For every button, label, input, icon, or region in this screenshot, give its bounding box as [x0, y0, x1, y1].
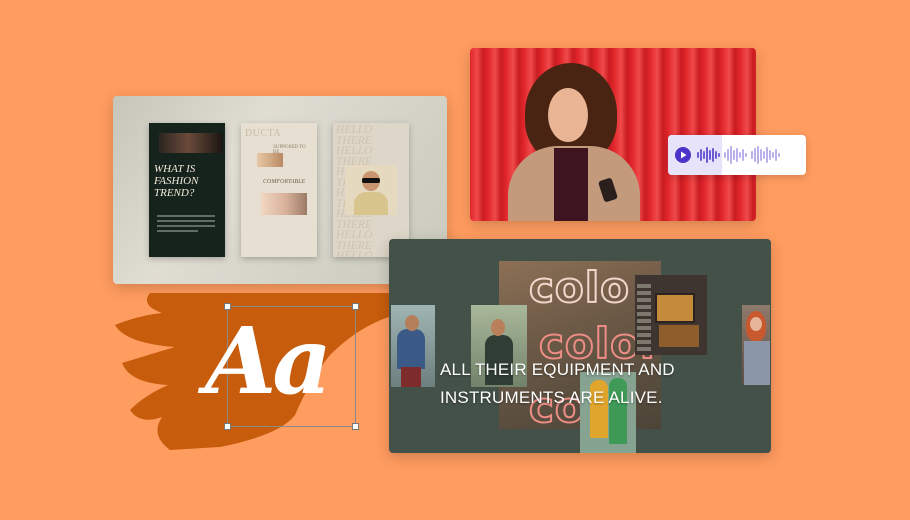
resize-handle-top-right[interactable]	[352, 303, 359, 310]
resize-handle-bottom-right[interactable]	[352, 423, 359, 430]
waveform-icon	[697, 146, 780, 164]
play-icon	[681, 151, 687, 159]
woman-portrait-photo	[742, 305, 770, 385]
sunglasses-portrait-photo	[345, 165, 397, 215]
story-caption: COMFORTABLE	[263, 179, 306, 185]
story-template-dark[interactable]: WHAT IS FASHION TREND?	[149, 123, 225, 257]
neon-word: colo	[528, 262, 631, 313]
story-body-text	[157, 215, 215, 235]
hands-photo	[159, 133, 223, 153]
video-caption: ALL THEIR EQUIPMENT AND INSTRUMENTS ARE …	[440, 360, 675, 407]
story-template-hello[interactable]: HELLO THERE HELLO THERE HELLO THERE HELL…	[333, 123, 409, 257]
woman-face	[548, 88, 588, 142]
story-template-beige[interactable]: DUCTA SUPPOSED TO BE COMFORTABLE	[241, 123, 317, 257]
play-button[interactable]	[675, 147, 691, 163]
vintage-radio-photo	[635, 275, 707, 355]
audio-player[interactable]	[668, 135, 806, 175]
promo-canvas: WHAT IS FASHION TREND? DUCTA SUPPOSED TO…	[0, 0, 910, 520]
woman-top	[554, 148, 588, 221]
portrait-photo-small	[257, 153, 283, 167]
color-video-card[interactable]: colo color colo ALL THEIR EQUIPMENT AND …	[389, 239, 771, 453]
story-heading: DUCTA	[245, 128, 282, 139]
font-sample[interactable]: Aa	[205, 296, 332, 426]
portrait-photo	[261, 193, 307, 215]
story-title: WHAT IS FASHION TREND?	[154, 163, 199, 199]
man-portrait-photo	[391, 305, 435, 387]
